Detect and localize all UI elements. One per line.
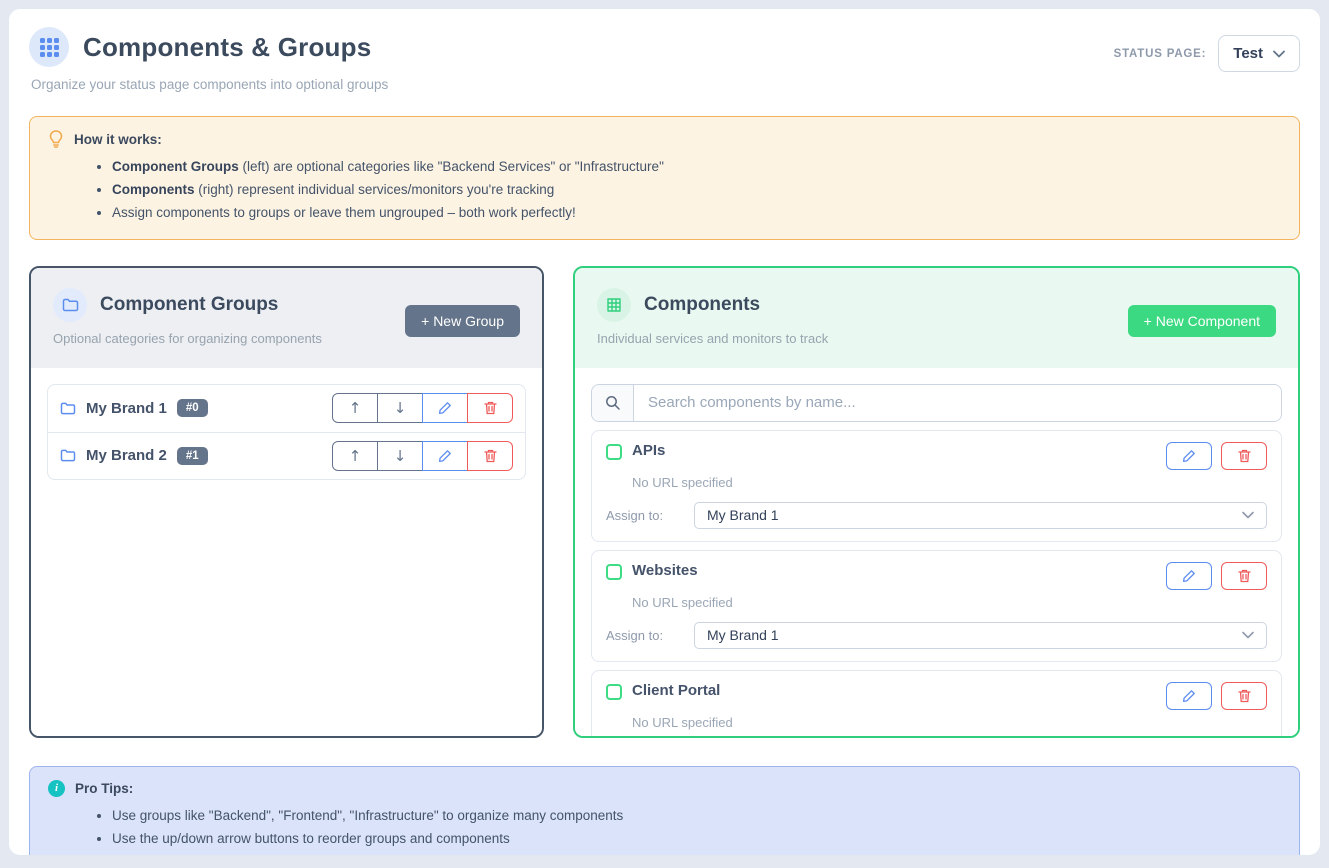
delete-group-button[interactable] <box>467 441 513 471</box>
delete-component-button[interactable] <box>1221 442 1267 470</box>
components-grid-icon <box>29 27 69 67</box>
page-header: Components & Groups Organize your status… <box>29 27 1300 92</box>
edit-group-button[interactable] <box>422 393 468 423</box>
move-down-button[interactable]: ↓ <box>377 393 423 423</box>
status-page-value: Test <box>1233 45 1263 62</box>
components-panel-body: APIs No URL specified Assign to: <box>575 368 1298 738</box>
header-right: STATUS PAGE: Test <box>1114 35 1300 72</box>
edit-component-button[interactable] <box>1166 682 1212 710</box>
info-icon: i <box>48 780 65 797</box>
move-up-button[interactable]: ↑ <box>332 441 378 471</box>
component-status-square <box>606 684 622 700</box>
edit-group-button[interactable] <box>422 441 468 471</box>
assign-group-select[interactable]: My Brand 1 <box>694 622 1267 649</box>
trash-icon <box>1238 449 1251 463</box>
assigned-group-value: My Brand 1 <box>707 507 779 523</box>
component-status-square <box>606 444 622 460</box>
how-it-works-item: Component Groups (left) are optional cat… <box>112 155 1281 178</box>
new-component-button[interactable]: + New Component <box>1128 305 1276 337</box>
page-card: Components & Groups Organize your status… <box>8 8 1321 856</box>
status-page-select[interactable]: Test <box>1218 35 1300 72</box>
group-order-badge: #1 <box>177 447 208 465</box>
pro-tips-title: Pro Tips: <box>75 781 133 796</box>
pro-tips-item: Use the up/down arrow buttons to reorder… <box>112 827 1281 850</box>
pencil-icon <box>1182 449 1196 463</box>
component-card: Websites No URL specified Assign to: <box>591 550 1282 662</box>
group-order-badge: #0 <box>177 399 208 417</box>
how-it-works-item: Components (right) represent individual … <box>112 178 1281 201</box>
chevron-down-icon <box>1273 50 1285 58</box>
chevron-down-icon <box>1242 631 1254 639</box>
components-panel-header: Components Individual services and monit… <box>575 268 1298 368</box>
assign-group-select[interactable]: My Brand 1 <box>694 502 1267 529</box>
folder-icon <box>60 449 76 462</box>
assign-to-label: Assign to: <box>606 508 694 523</box>
assigned-group-value: My Brand 1 <box>707 627 779 643</box>
chevron-down-icon <box>1242 511 1254 519</box>
header-left: Components & Groups Organize your status… <box>29 27 388 92</box>
component-card: Client Portal No URL specified Assig <box>591 670 1282 738</box>
component-name: Client Portal <box>632 682 720 699</box>
delete-group-button[interactable] <box>467 393 513 423</box>
components-panel: Components Individual services and monit… <box>573 266 1300 738</box>
how-it-works-item: Assign components to groups or leave the… <box>112 201 1281 224</box>
groups-panel-header: Component Groups Optional categories for… <box>31 268 542 368</box>
pencil-icon <box>438 449 452 463</box>
component-status-square <box>606 564 622 580</box>
folder-icon <box>60 402 76 415</box>
groups-panel-body: My Brand 1 #0 ↑ ↓ <box>31 368 542 736</box>
group-actions: ↑ ↓ <box>332 441 513 471</box>
pro-tips-box: i Pro Tips: Use groups like "Backend", "… <box>29 766 1300 856</box>
pro-tips-item: Components without a group will appear i… <box>112 850 1281 856</box>
component-actions <box>1166 442 1267 470</box>
component-url-status: No URL specified <box>632 595 1267 610</box>
search-icon <box>592 385 634 421</box>
search-input[interactable] <box>634 385 1281 421</box>
group-name: My Brand 2 <box>86 447 167 464</box>
pro-tips-item: Use groups like "Backend", "Frontend", "… <box>112 804 1281 827</box>
delete-component-button[interactable] <box>1221 562 1267 590</box>
component-name: APIs <box>632 442 665 459</box>
group-row: My Brand 2 #1 ↑ ↓ <box>48 432 525 479</box>
pencil-icon <box>1182 689 1196 703</box>
component-url-status: No URL specified <box>632 715 1267 730</box>
panels-row: Component Groups Optional categories for… <box>29 266 1300 738</box>
group-name: My Brand 1 <box>86 400 167 417</box>
status-page-label: STATUS PAGE: <box>1114 48 1207 60</box>
trash-icon <box>1238 689 1251 703</box>
trash-icon <box>484 401 497 415</box>
move-up-button[interactable]: ↑ <box>332 393 378 423</box>
page-subtitle: Organize your status page components int… <box>31 77 388 92</box>
how-it-works-title: How it works: <box>74 132 162 147</box>
how-it-works-list: Component Groups (left) are optional cat… <box>112 155 1281 225</box>
component-actions <box>1166 562 1267 590</box>
component-search <box>591 384 1282 422</box>
pencil-icon <box>438 401 452 415</box>
move-down-button[interactable]: ↓ <box>377 441 423 471</box>
component-url-status: No URL specified <box>632 475 1267 490</box>
component-actions <box>1166 682 1267 710</box>
components-panel-title: Components <box>644 294 760 316</box>
how-it-works-box: How it works: Component Groups (left) ar… <box>29 116 1300 240</box>
component-card: APIs No URL specified Assign to: <box>591 430 1282 542</box>
group-actions: ↑ ↓ <box>332 393 513 423</box>
group-list: My Brand 1 #0 ↑ ↓ <box>47 384 526 480</box>
new-group-button[interactable]: + New Group <box>405 305 520 337</box>
group-row: My Brand 1 #0 ↑ ↓ <box>48 385 525 432</box>
page-title: Components & Groups <box>83 32 371 63</box>
pro-tips-list: Use groups like "Backend", "Frontend", "… <box>112 804 1281 856</box>
lightbulb-icon <box>48 130 64 148</box>
table-grid-icon <box>597 288 631 322</box>
pencil-icon <box>1182 569 1196 583</box>
component-name: Websites <box>632 562 698 579</box>
delete-component-button[interactable] <box>1221 682 1267 710</box>
component-groups-panel: Component Groups Optional categories for… <box>29 266 544 738</box>
edit-component-button[interactable] <box>1166 442 1212 470</box>
trash-icon <box>1238 569 1251 583</box>
folder-icon <box>53 288 87 322</box>
trash-icon <box>484 449 497 463</box>
assign-to-label: Assign to: <box>606 628 694 643</box>
groups-panel-title: Component Groups <box>100 294 278 316</box>
edit-component-button[interactable] <box>1166 562 1212 590</box>
